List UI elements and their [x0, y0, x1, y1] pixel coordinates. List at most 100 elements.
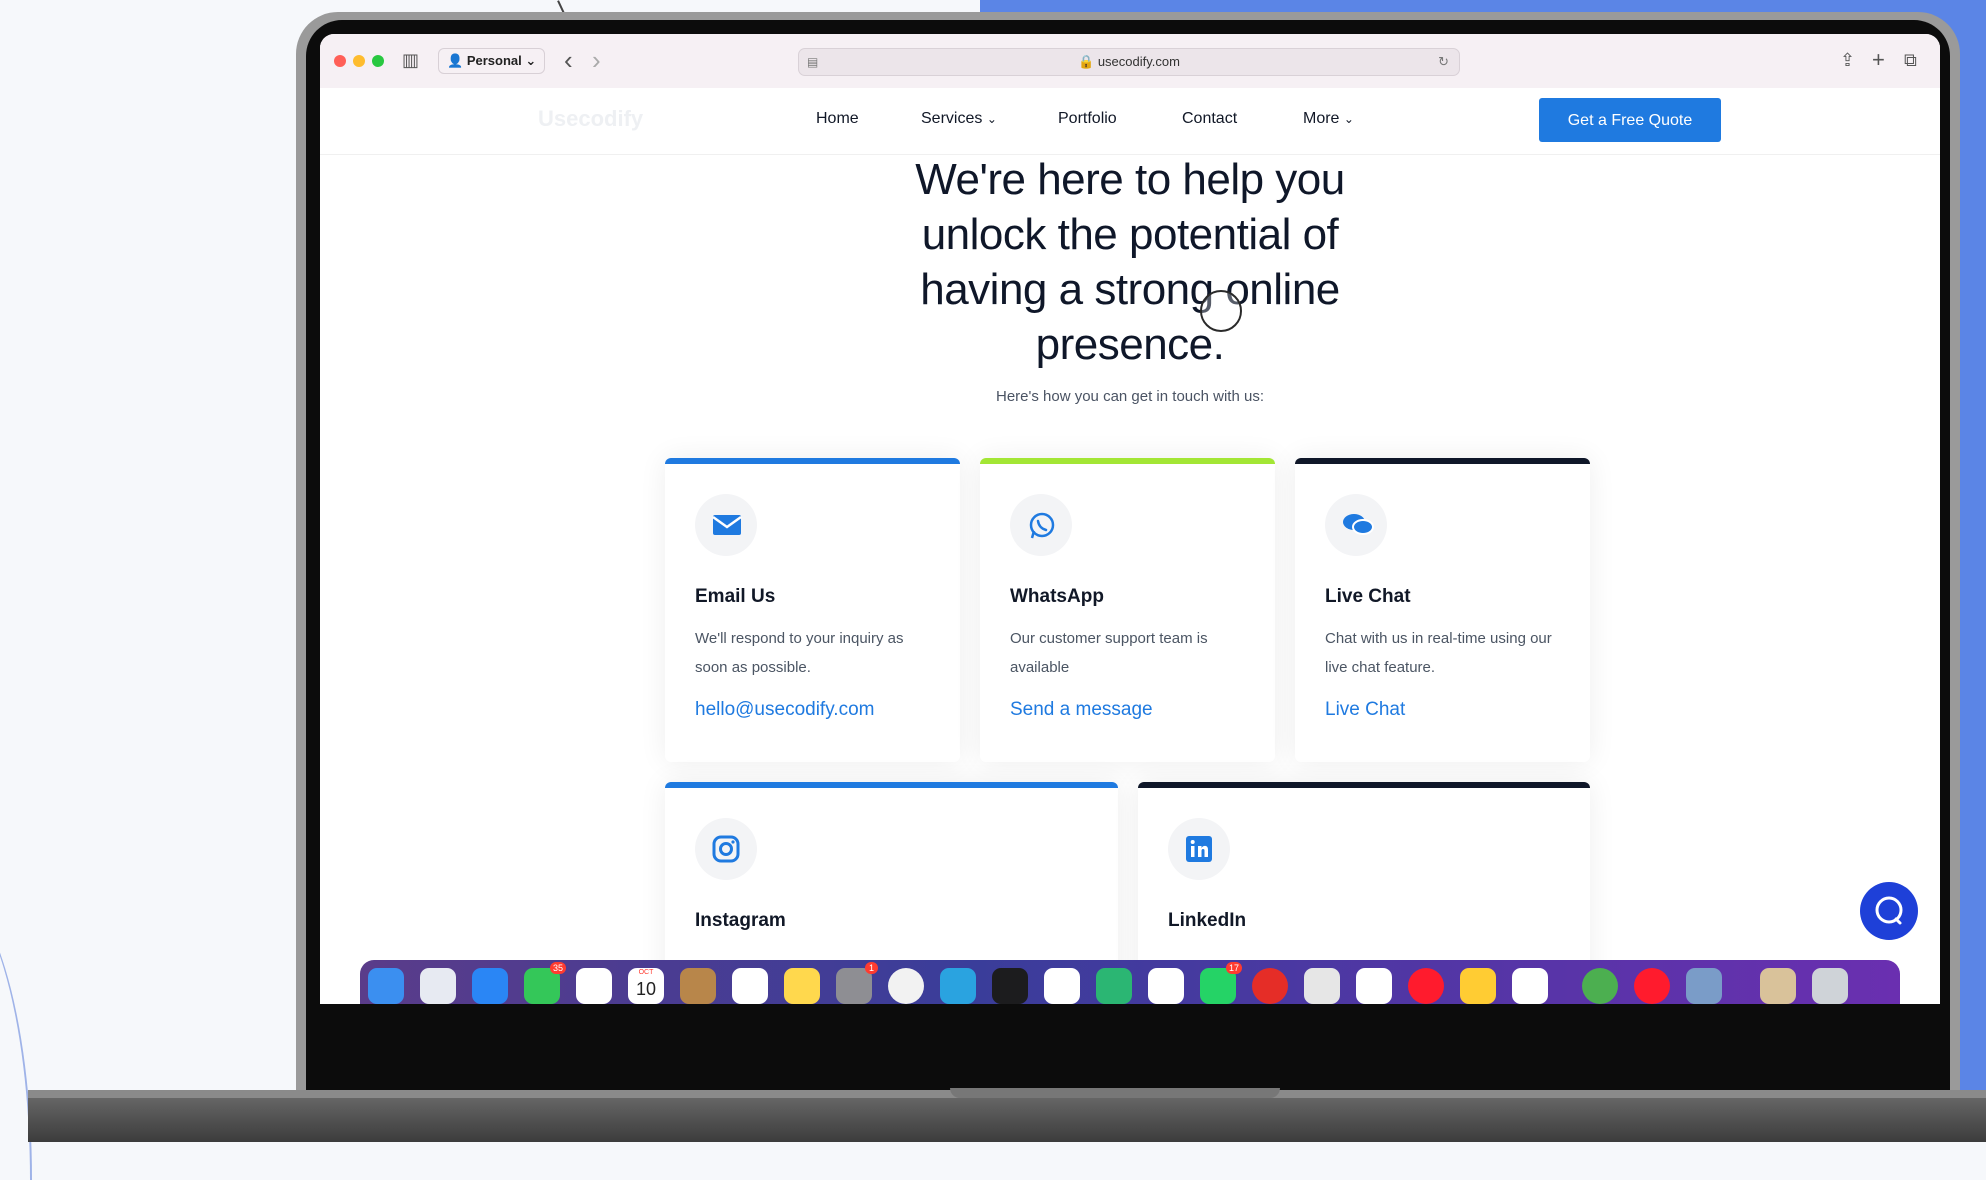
notes-icon[interactable]: [784, 968, 820, 1004]
downloads-stack-icon[interactable]: [1760, 968, 1796, 1004]
page-headline: We're here to help you unlock the potent…: [780, 152, 1480, 372]
envelope-icon: [695, 494, 757, 556]
new-tab-icon[interactable]: +: [1872, 48, 1885, 72]
close-window-button[interactable]: [334, 55, 346, 67]
reminders-icon[interactable]: [732, 968, 768, 1004]
mouse-cursor: [1200, 290, 1242, 332]
calendar-month: OCT: [638, 969, 654, 976]
telegram-icon[interactable]: [940, 968, 976, 1004]
arc-icon[interactable]: [1148, 968, 1184, 1004]
notification-badge: 17: [1225, 962, 1242, 974]
vscode-icon[interactable]: [1044, 968, 1080, 1004]
card-accent-bar: [980, 458, 1275, 464]
card-title: WhatsApp: [1010, 586, 1104, 607]
minimize-window-button[interactable]: [353, 55, 365, 67]
linkedin-icon: [1168, 818, 1230, 880]
url-text: 🔒 usecodify.com: [799, 49, 1459, 75]
launchpad-icon[interactable]: [420, 968, 456, 1004]
headline-line-2: unlock the potential of: [921, 210, 1339, 259]
tableplus-icon[interactable]: [1304, 968, 1340, 1004]
get-quote-button[interactable]: Get a Free Quote: [1539, 98, 1721, 142]
notification-badge: 1: [864, 962, 878, 974]
back-button[interactable]: ‹: [564, 47, 573, 73]
chat-icon: [1875, 896, 1903, 925]
whatsapp-dock-icon[interactable]: 17: [1200, 962, 1242, 1004]
profile-selector[interactable]: 👤 Personal ⌄: [438, 48, 546, 74]
send-message-link[interactable]: Send a message: [1010, 699, 1153, 721]
profile-label: Personal: [466, 53, 522, 68]
whatsapp-icon: [1010, 494, 1072, 556]
terminal-icon[interactable]: [992, 968, 1028, 1004]
messages-icon[interactable]: 35: [524, 962, 566, 1004]
mail-icon[interactable]: [1512, 968, 1548, 1004]
chevron-down-icon: ⌄: [986, 112, 997, 126]
card-accent-bar: [1138, 782, 1590, 788]
nav-more-label: More: [1303, 110, 1340, 127]
site-logo[interactable]: Usecodify: [538, 106, 643, 132]
contact-card-email: Email Us We'll respond to your inquiry a…: [665, 458, 960, 762]
preview-icon[interactable]: [1686, 968, 1722, 1004]
safari-icon[interactable]: [472, 968, 508, 1004]
trash-icon[interactable]: [1812, 968, 1848, 1004]
headline-line-4: presence.: [1035, 320, 1225, 369]
vpn-icon[interactable]: [1096, 968, 1132, 1004]
chevron-down-icon: ⌄: [525, 53, 537, 68]
nav-home[interactable]: Home: [816, 110, 859, 128]
card-description: We'll respond to your inquiry as soon as…: [695, 630, 904, 676]
card-description: Chat with us in real-time using our live…: [1325, 630, 1552, 676]
cyberduck-icon[interactable]: [1460, 968, 1496, 1004]
email-link[interactable]: hello@usecodify.com: [695, 699, 874, 721]
nav-contact[interactable]: Contact: [1182, 110, 1237, 128]
card-title: LinkedIn: [1168, 910, 1247, 931]
system-settings-icon[interactable]: 1: [836, 962, 878, 1004]
youtube-icon[interactable]: [1252, 968, 1288, 1004]
macos-dock: 35 OCT 10 1 17: [360, 960, 1900, 1004]
calendar-day: 10: [635, 979, 657, 999]
card-accent-bar: [665, 782, 1118, 788]
reload-icon[interactable]: ↻: [1438, 49, 1449, 75]
chevron-down-icon: ⌄: [1343, 112, 1354, 126]
chat-bubbles-icon: [1325, 494, 1387, 556]
tab-overview-icon[interactable]: ⧉: [1904, 48, 1917, 72]
site-header: Usecodify Home Services ⌄ Portfolio Cont…: [320, 88, 1940, 155]
contacts-icon[interactable]: [680, 968, 716, 1004]
notification-badge: 35: [549, 962, 566, 974]
card-title: Instagram: [695, 910, 786, 931]
browser-toolbar: ▥ 👤 Personal ⌄ ‹ › ▤ 🔒 usecodify.com ↻ ⇪…: [320, 34, 1940, 89]
card-title: Live Chat: [1325, 586, 1411, 607]
contact-card-whatsapp: WhatsApp Our customer support team is av…: [980, 458, 1275, 762]
headline-line-3: having a strong online: [920, 265, 1340, 314]
lock-icon: 🔒: [1078, 54, 1095, 69]
finder-icon[interactable]: [368, 968, 404, 1004]
laptop-hinge-notch: [950, 1088, 1280, 1098]
calendar-icon[interactable]: OCT 10: [628, 968, 664, 1004]
sidebar-toggle-icon[interactable]: ▥: [402, 48, 419, 72]
utorrent-icon[interactable]: [1582, 968, 1618, 1004]
nav-services-label: Services: [921, 110, 983, 127]
card-title: Email Us: [695, 586, 776, 607]
photos-icon[interactable]: [576, 968, 612, 1004]
zoom-window-button[interactable]: [372, 55, 384, 67]
contact-card-live-chat: Live Chat Chat with us in real-time usin…: [1295, 458, 1590, 762]
nav-services[interactable]: Services ⌄: [921, 110, 997, 128]
laptop-screen: ▥ 👤 Personal ⌄ ‹ › ▤ 🔒 usecodify.com ↻ ⇪…: [320, 34, 1940, 1004]
person-icon: 👤: [447, 53, 464, 68]
nav-more[interactable]: More ⌄: [1303, 110, 1354, 128]
address-bar[interactable]: ▤ 🔒 usecodify.com ↻: [798, 48, 1460, 76]
headline-line-1: We're here to help you: [915, 155, 1345, 204]
notion-icon[interactable]: [1356, 968, 1392, 1004]
url-value: usecodify.com: [1097, 54, 1180, 69]
chat-widget-button[interactable]: [1860, 882, 1918, 940]
page-subtitle: Here's how you can get in touch with us:: [995, 388, 1264, 405]
live-chat-link[interactable]: Live Chat: [1325, 699, 1405, 721]
share-icon[interactable]: ⇪: [1840, 48, 1855, 72]
opera-icon[interactable]: [1634, 968, 1670, 1004]
card-accent-bar: [1295, 458, 1590, 464]
instagram-icon: [695, 818, 757, 880]
nav-portfolio[interactable]: Portfolio: [1058, 110, 1117, 128]
opera-gx-icon[interactable]: [1408, 968, 1444, 1004]
forward-button[interactable]: ›: [592, 47, 601, 73]
card-accent-bar: [665, 458, 960, 464]
chrome-icon[interactable]: [888, 968, 924, 1004]
card-description: Our customer support team is available: [1010, 630, 1208, 676]
